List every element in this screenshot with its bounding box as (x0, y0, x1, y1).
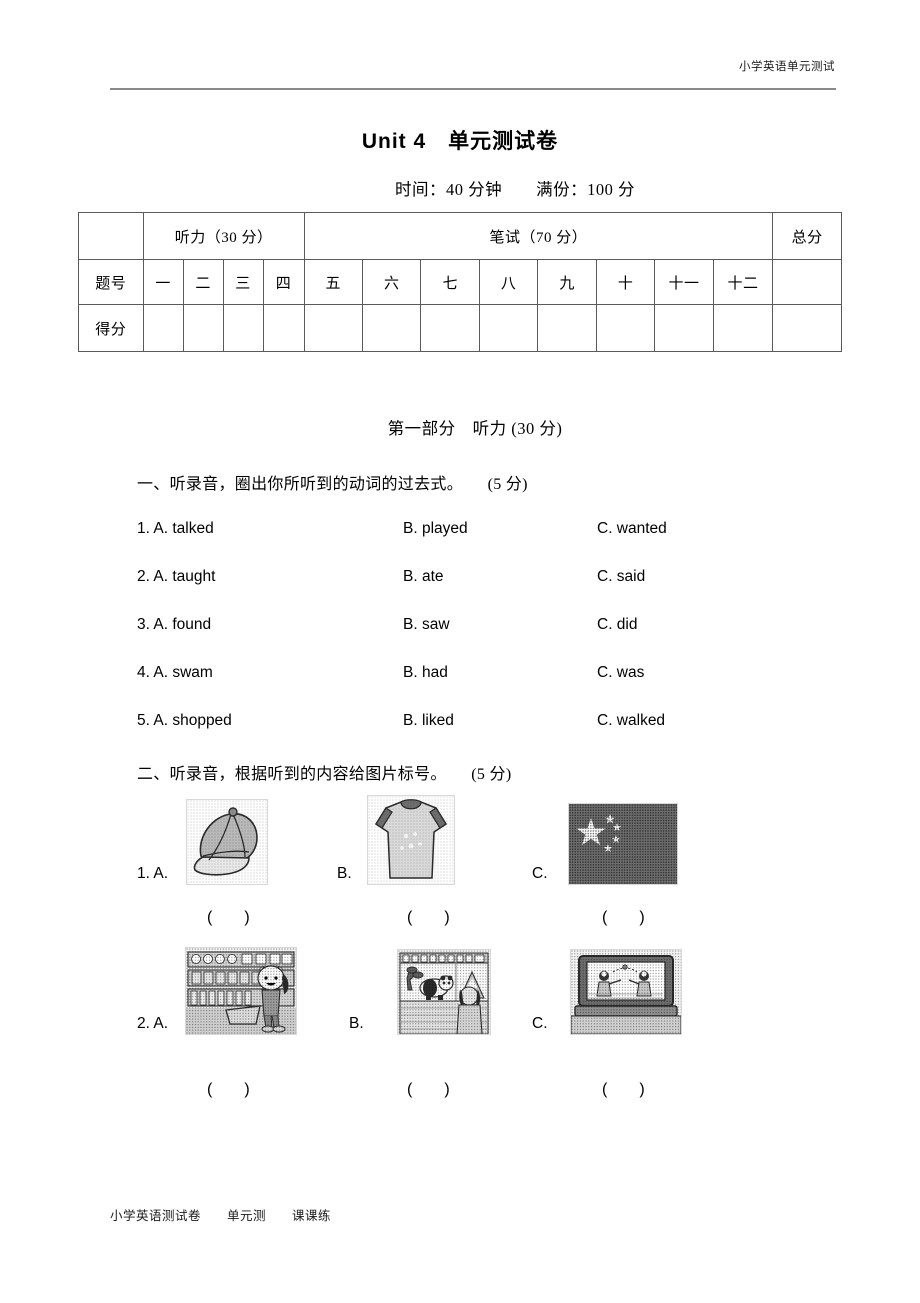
supermarket-shopping-picture (185, 947, 297, 1035)
question-number-cell: 九 (537, 259, 597, 305)
option-c[interactable]: C. wanted (597, 520, 667, 538)
answer-blank[interactable]: ( ) (207, 1075, 250, 1099)
option-b[interactable]: B. liked (403, 712, 454, 730)
question-number-cell: 七 (420, 259, 480, 305)
running-header: 小学英语单元测试 (739, 61, 835, 73)
option-c[interactable]: C. said (597, 568, 645, 586)
question-number-cell: 六 (362, 259, 422, 305)
score-table-header-row: 听力（30 分） 笔试（70 分） 总分 (78, 212, 842, 260)
option-b[interactable]: B. had (403, 664, 448, 682)
score-blank-cell[interactable] (303, 304, 364, 352)
score-blank-cell[interactable] (222, 304, 264, 352)
question-1-item-4: 4. A. swam B. had C. was (137, 664, 777, 688)
score-blank-cell[interactable] (537, 304, 597, 352)
question-number-cell: 十二 (712, 259, 774, 305)
header-rule (110, 88, 836, 90)
score-table-corner-cell (78, 212, 144, 260)
score-blank-cell[interactable] (712, 304, 774, 352)
question-2-prompt: 二、听录音，根据听到的内容给图片标号。 (5 分) (137, 766, 512, 783)
china-flag-picture (568, 803, 678, 885)
option-b[interactable]: B. played (403, 520, 468, 538)
question-number-cell: 四 (262, 259, 305, 305)
option-a[interactable]: 2. A. taught (137, 568, 215, 586)
option-a[interactable]: 3. A. found (137, 616, 211, 634)
picture-option-2a[interactable]: 2. A. (137, 945, 307, 1035)
baseball-cap-picture (186, 799, 268, 885)
answer-blank[interactable]: ( ) (602, 903, 645, 927)
question-2-picture-row-1: 1. A. B. C. (137, 795, 777, 885)
question-1-item-3: 3. A. found B. saw C. did (137, 616, 777, 640)
question-1-prompt: 一、听录音，圈出你所听到的动词的过去式。 (5 分) (137, 476, 528, 493)
option-c[interactable]: C. did (597, 616, 638, 634)
option-label: C. (532, 865, 548, 882)
option-label: 1. A. (137, 865, 169, 882)
option-label: B. (349, 1015, 364, 1032)
question-number-cell: 一 (142, 259, 184, 305)
picture-option-2c[interactable]: C. (532, 945, 692, 1035)
t-shirt-picture (367, 795, 455, 885)
page-title: Unit 4 单元测试卷 (361, 130, 559, 153)
option-a[interactable]: 4. A. swam (137, 664, 213, 682)
listening-section-header: 听力（30 分） (142, 212, 305, 260)
zoo-panda-picture (397, 949, 491, 1035)
option-c[interactable]: C. walked (597, 712, 665, 730)
answer-blank[interactable]: ( ) (407, 903, 450, 927)
score-blank-cell[interactable] (182, 304, 224, 352)
picture-option-2b[interactable]: B. (349, 945, 499, 1035)
score-blank-cell[interactable] (362, 304, 422, 352)
question-2-blank-row-1: ( ) ( ) ( ) (137, 903, 777, 927)
score-blank-cell[interactable] (262, 304, 305, 352)
option-b[interactable]: B. saw (403, 616, 450, 634)
written-section-header: 笔试（70 分） (303, 212, 774, 260)
total-number-cell (772, 259, 842, 305)
exam-meta: 时间：40 分钟 满份：100 分 (395, 180, 635, 199)
question-2-picture-row-2: 2. A. B. C. (137, 945, 777, 1035)
question-1-item-1: 1. A. talked B. played C. wanted (137, 520, 777, 544)
question-2-blank-row-2: ( ) ( ) ( ) (137, 1075, 777, 1099)
picture-option-1c[interactable]: C. (532, 795, 692, 885)
option-b[interactable]: B. ate (403, 568, 444, 586)
question-number-cell: 二 (182, 259, 224, 305)
page-footer: 小学英语测试卷 单元测 课课练 (110, 1209, 332, 1223)
row-label-score: 得分 (78, 304, 144, 352)
score-blank-cell[interactable] (595, 304, 656, 352)
option-label: B. (337, 865, 352, 882)
question-number-cell: 三 (222, 259, 264, 305)
picture-option-1a[interactable]: 1. A. (137, 795, 269, 885)
option-c[interactable]: C. was (597, 664, 644, 682)
total-header: 总分 (772, 212, 842, 260)
score-blank-cell[interactable] (420, 304, 480, 352)
question-number-cell: 十 (595, 259, 656, 305)
score-blank-cell[interactable] (654, 304, 714, 352)
part-one-heading: 第一部分 听力 (30 分) (387, 419, 563, 438)
total-score-cell[interactable] (772, 304, 842, 352)
answer-blank[interactable]: ( ) (407, 1075, 450, 1099)
score-blank-cell[interactable] (478, 304, 539, 352)
option-a[interactable]: 5. A. shopped (137, 712, 232, 730)
question-1-item-2: 2. A. taught B. ate C. said (137, 568, 777, 592)
score-table-number-row: 题号 一 二 三 四 五 六 七 八 九 十 十一 十二 (78, 259, 842, 305)
answer-blank[interactable]: ( ) (602, 1075, 645, 1099)
option-label: C. (532, 1015, 548, 1032)
score-blank-cell[interactable] (142, 304, 184, 352)
answer-blank[interactable]: ( ) (207, 903, 250, 927)
question-number-cell: 十一 (654, 259, 714, 305)
score-table: 听力（30 分） 笔试（70 分） 总分 题号 一 二 三 四 五 六 七 八 … (78, 212, 842, 352)
television-cartoon-picture (570, 949, 682, 1035)
score-table-score-row: 得分 (78, 304, 842, 352)
row-label-number: 题号 (78, 259, 144, 305)
option-label: 2. A. (137, 1015, 169, 1032)
picture-option-1b[interactable]: B. (337, 795, 469, 885)
question-number-cell: 八 (478, 259, 539, 305)
question-number-cell: 五 (303, 259, 364, 305)
option-a[interactable]: 1. A. talked (137, 520, 214, 538)
question-1-item-5: 5. A. shopped B. liked C. walked (137, 712, 777, 736)
